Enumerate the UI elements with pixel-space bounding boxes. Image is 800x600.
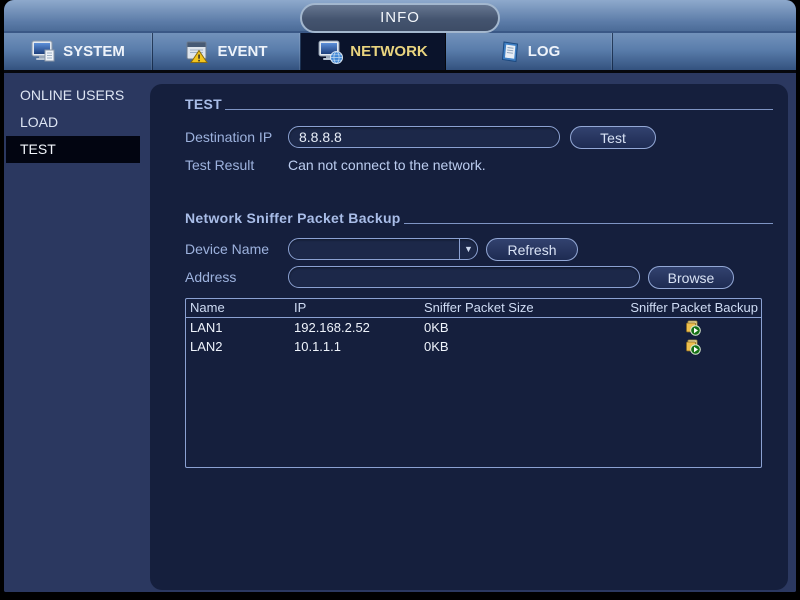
device-name-value xyxy=(289,239,459,259)
cell-ip: 192.168.2.52 xyxy=(294,320,370,335)
tab-system[interactable]: SYSTEM xyxy=(4,33,153,70)
device-name-label: Device Name xyxy=(185,241,270,257)
cell-name: LAN2 xyxy=(190,339,223,354)
column-header-ip: IP xyxy=(294,300,307,315)
sidebar-item-test[interactable]: TEST xyxy=(6,136,140,163)
tab-bar-filler xyxy=(613,33,796,70)
tab-bar: SYSTEM EVENT NETWORK LOG xyxy=(4,33,796,73)
title-bar: INFO xyxy=(4,0,796,33)
window-title: INFO xyxy=(300,3,500,33)
column-header-name: Name xyxy=(190,300,225,315)
network-icon xyxy=(318,40,344,64)
dvr-info-screen: INFO SYSTEM EVENT NETWORK LOG ONLINE USE… xyxy=(0,0,800,600)
cell-ip: 10.1.1.1 xyxy=(294,339,341,354)
address-label: Address xyxy=(185,269,237,285)
sniffer-table: Name IP Sniffer Packet Size Sniffer Pack… xyxy=(185,298,762,468)
tab-label: LOG xyxy=(527,43,561,60)
sidebar: ONLINE USERS LOAD TEST xyxy=(4,82,150,163)
sniffer-backup-icon[interactable] xyxy=(685,339,701,355)
test-result-label: Test Result xyxy=(185,157,255,173)
sniffer-section-title: Network Sniffer Packet Backup xyxy=(185,210,401,226)
body: ONLINE USERS LOAD TEST TEST Destination … xyxy=(4,73,796,592)
sniffer-backup-icon[interactable] xyxy=(685,320,701,336)
table-row[interactable]: LAN1 192.168.2.52 0KB xyxy=(186,318,761,337)
cell-packet-backup xyxy=(594,337,761,356)
main-panel: TEST Destination IP Test Test Result Can… xyxy=(150,84,788,590)
tab-label: NETWORK xyxy=(350,43,428,60)
sniffer-section-header: Network Sniffer Packet Backup xyxy=(185,208,773,226)
tab-label: EVENT xyxy=(217,43,268,60)
browse-button[interactable]: Browse xyxy=(648,266,734,289)
tab-event[interactable]: EVENT xyxy=(153,33,301,70)
address-input[interactable] xyxy=(288,266,640,288)
column-header-packet-size: Sniffer Packet Size xyxy=(424,300,534,315)
test-section-title: TEST xyxy=(185,96,222,112)
system-icon xyxy=(31,40,57,64)
column-header-packet-backup: Sniffer Packet Backup xyxy=(630,300,758,315)
test-section-header: TEST xyxy=(185,94,773,112)
cell-name: LAN1 xyxy=(190,320,223,335)
destination-ip-label: Destination IP xyxy=(185,129,273,145)
device-name-dropdown[interactable]: ▼ xyxy=(288,238,478,260)
cell-packet-size: 0KB xyxy=(424,339,449,354)
log-icon xyxy=(498,40,522,64)
event-icon xyxy=(185,40,211,64)
destination-ip-input[interactable] xyxy=(288,126,560,148)
section-underline xyxy=(403,223,773,224)
sidebar-item-online-users[interactable]: ONLINE USERS xyxy=(6,82,144,109)
test-result-value: Can not connect to the network. xyxy=(288,157,486,173)
tab-label: SYSTEM xyxy=(63,43,125,60)
table-header-row: Name IP Sniffer Packet Size Sniffer Pack… xyxy=(186,299,761,318)
cell-packet-size: 0KB xyxy=(424,320,449,335)
test-button[interactable]: Test xyxy=(570,126,656,149)
chevron-down-icon[interactable]: ▼ xyxy=(459,239,477,259)
section-underline xyxy=(224,109,773,110)
cell-packet-backup xyxy=(594,318,761,337)
tab-log[interactable]: LOG xyxy=(446,33,613,70)
tab-network[interactable]: NETWORK xyxy=(301,33,446,70)
window-frame: INFO SYSTEM EVENT NETWORK LOG ONLINE USE… xyxy=(4,0,796,592)
table-row[interactable]: LAN2 10.1.1.1 0KB xyxy=(186,337,761,356)
refresh-button[interactable]: Refresh xyxy=(486,238,578,261)
sidebar-item-load[interactable]: LOAD xyxy=(6,109,144,136)
